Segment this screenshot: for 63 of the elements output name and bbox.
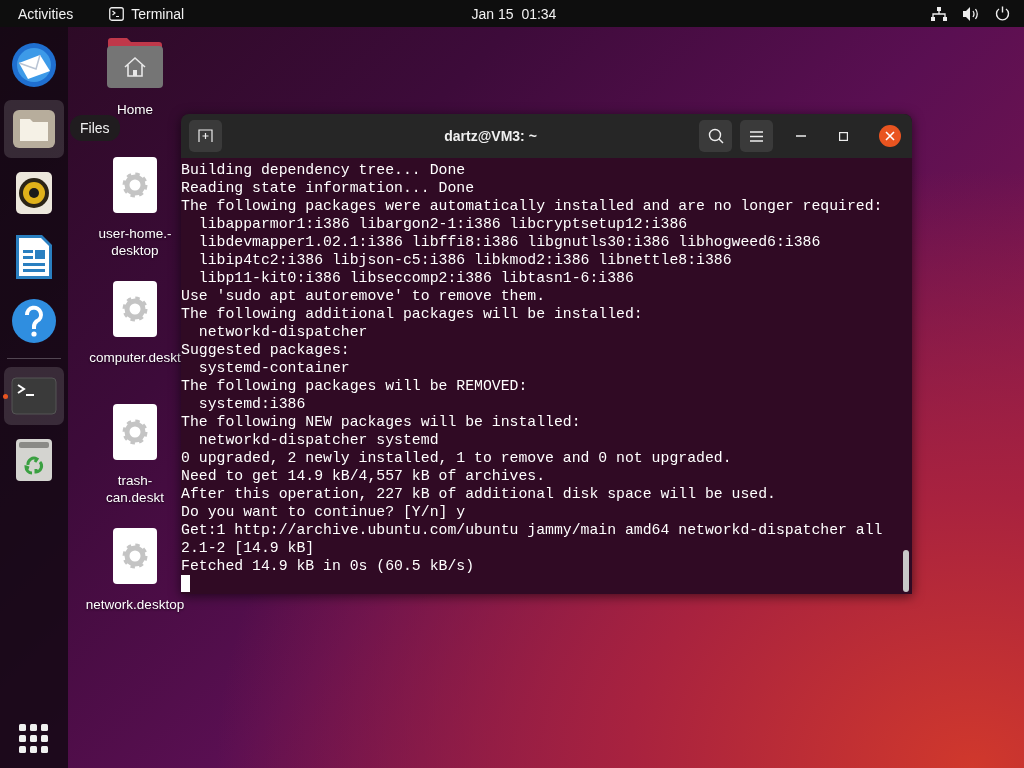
- terminal-line: 2.1-2 [14.9 kB]: [181, 539, 315, 557]
- home-folder-icon: [106, 37, 164, 89]
- activities-button[interactable]: Activities: [18, 5, 74, 22]
- terminal-line: libapparmor1:i386 libargon2-1:i386 libcryptsetup12:i386: [197, 215, 688, 233]
- help-icon: [11, 298, 57, 344]
- icon-label[interactable]: trash-can.deskt: [93, 472, 177, 506]
- volume-icon[interactable]: [963, 6, 979, 21]
- search-button[interactable]: [699, 120, 732, 152]
- terminal-line: The following additional packages will be installed:: [181, 305, 643, 323]
- close-icon: [885, 131, 895, 141]
- terminal-line: libip4tc2:i386 libjson-c5:i386 libkmod2:i386 libnettle8:i386: [197, 251, 732, 269]
- gear-file-icon: [113, 281, 157, 337]
- folder-icon: [12, 107, 56, 151]
- menu-icon: [750, 130, 763, 142]
- gear-file-icon: [113, 404, 157, 460]
- terminal-line: Suggested packages:: [181, 341, 350, 358]
- maximize-icon: [838, 131, 848, 141]
- terminal-line: Reading state information... Done: [181, 179, 475, 197]
- gear-file-icon: [113, 528, 157, 584]
- icon-label[interactable]: Home: [117, 101, 153, 118]
- terminal-line: Need to get 14.9 kB/4,557 kB of archives.: [181, 467, 546, 485]
- window-title: dartz@VM3: ~: [443, 128, 538, 144]
- cursor: [181, 575, 190, 592]
- terminal-line: Fetched 14.9 kB in 0s (60.5 kB/s): [181, 557, 475, 575]
- document-icon: [15, 234, 53, 280]
- terminal-line: systemd:i386: [197, 395, 306, 413]
- terminal-line: The following packages will be REMOVED:: [181, 377, 528, 395]
- terminal-line: 0 upgraded, 2 newly installed, 1 to remove and 0 not upgraded.: [181, 449, 732, 467]
- gear-file-icon: [113, 157, 157, 213]
- terminal-line: The following packages were automatically installed and are no longer required:: [181, 197, 883, 215]
- terminal-line: Use 'sudo apt autoremove' to remove them.: [181, 287, 546, 305]
- terminal-line: Get:1 http://archive.ubuntu.com/ubuntu jammy/main amd64 networkd-dispatcher all: [181, 521, 883, 539]
- new-tab-button[interactable]: [189, 120, 222, 152]
- terminal-line: The following NEW packages will be installed:: [181, 413, 581, 431]
- terminal-line: systemd-container: [197, 359, 350, 377]
- terminal-line: Building dependency tree... Done: [181, 161, 466, 179]
- terminal-line: libp11-kit0:i386 libseccomp2:i386 libtasn1-6:i386: [197, 269, 634, 287]
- menu-button[interactable]: [740, 120, 773, 152]
- app-grid-icon[interactable]: [19, 724, 49, 754]
- terminal-line: After this operation, 227 kB of additional disk space will be used.: [181, 485, 776, 503]
- app-menu[interactable]: Terminal: [109, 5, 185, 22]
- network-icon[interactable]: [931, 6, 947, 21]
- tooltip: Files: [70, 115, 120, 141]
- dock-item[interactable]: [4, 100, 64, 158]
- new-tab-icon: [197, 129, 214, 143]
- trash-icon: [15, 438, 53, 482]
- search-icon: [707, 128, 724, 144]
- icon-label[interactable]: user-home.-desktop: [93, 225, 177, 259]
- scrollbar[interactable]: [903, 550, 909, 592]
- icon-label[interactable]: computer.deskt: [89, 349, 181, 366]
- mail-icon: [10, 41, 58, 89]
- terminal-icon: [11, 377, 57, 415]
- terminal-line: networkd-dispatcher systemd: [197, 431, 439, 449]
- clock[interactable]: Jan 15 01:34: [471, 5, 557, 22]
- icon-label[interactable]: network.desktop: [85, 596, 185, 613]
- terminal-line: Do you want to continue? [Y/n] y: [181, 503, 466, 521]
- terminal-line: libdevmapper1.02.1:i386 libffi8:i386 libgnutls30:i386 libhogweed6:i386: [197, 233, 821, 251]
- minimize-icon: [796, 135, 806, 137]
- speaker-icon: [15, 171, 53, 215]
- power-icon[interactable]: [995, 6, 1010, 21]
- terminal-icon: [109, 6, 125, 21]
- terminal-line: networkd-dispatcher: [197, 323, 368, 341]
- close-button[interactable]: [879, 125, 901, 147]
